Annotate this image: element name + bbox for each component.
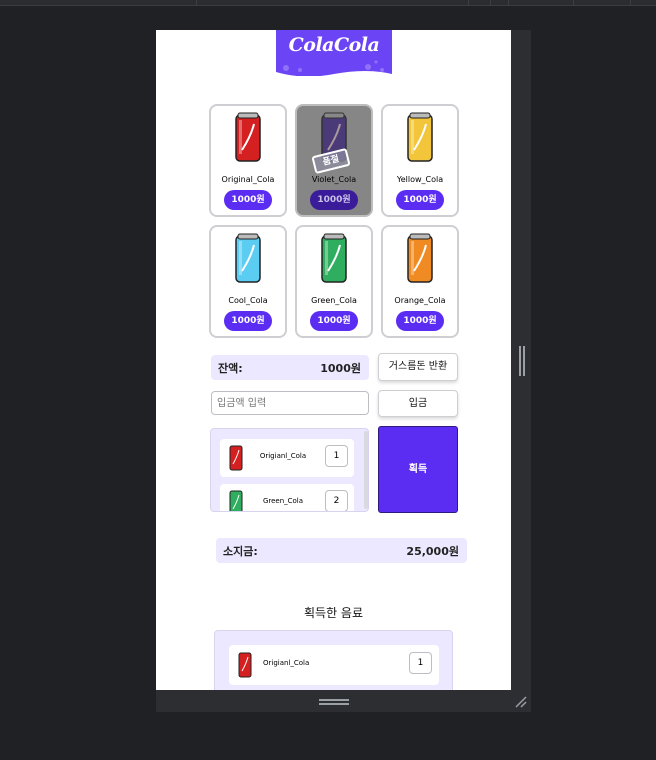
cola-can-icon (321, 233, 347, 283)
product-price-button[interactable]: 1000원 (396, 311, 444, 331)
product-name: Violet_Cola (311, 175, 357, 184)
logo: ColaCola (276, 30, 392, 77)
acquired-list: Origianl_Cola 1 (214, 630, 453, 690)
cart-item-quantity: 1 (325, 445, 348, 467)
balance-display: 잔액: 1000원 (211, 355, 369, 380)
acquired-item-name: Origianl_Cola (263, 659, 310, 667)
cart-list[interactable]: Origianl_Cola 1 Green_Cola 2 (210, 428, 369, 512)
cart-item-quantity: 2 (325, 490, 348, 511)
product-price-button[interactable]: 1000원 (310, 311, 358, 331)
product-name: Yellow_Cola (396, 175, 444, 184)
product-price-button[interactable]: 1000원 (224, 311, 272, 331)
product-card-original[interactable]: Original_Cola 1000원 (209, 104, 287, 217)
product-name: Cool_Cola (228, 296, 268, 305)
balance-label: 잔액: (218, 362, 243, 375)
wallet-display: 소지금: 25,000원 (216, 538, 467, 563)
product-card-yellow[interactable]: Yellow_Cola 1000원 (381, 104, 459, 217)
soldout-stamp-icon: 품절 (311, 147, 351, 175)
product-card-violet: 품절 Violet_Cola 1000원 (295, 104, 373, 217)
acquired-item: Origianl_Cola 1 (229, 645, 439, 685)
cola-can-icon (235, 112, 261, 162)
wallet-label: 소지금: (223, 545, 258, 558)
product-name: Original_Cola (221, 175, 275, 184)
acquired-title: 획득한 음료 (303, 606, 363, 620)
logo-text: ColaCola (288, 34, 380, 56)
product-name: Green_Cola (311, 296, 357, 305)
device-frame: ColaCola Original_Cola 1000원 품절 Violet_C… (156, 30, 531, 712)
cart-item-name: Green_Cola (262, 497, 304, 505)
product-card-orange[interactable]: Orange_Cola 1000원 (381, 225, 459, 338)
get-button[interactable]: 획득 (378, 426, 458, 513)
cola-can-icon (229, 490, 243, 511)
product-price-button[interactable]: 1000원 (224, 190, 272, 210)
product-name: Orange_Cola (394, 296, 446, 305)
cola-can-icon (238, 652, 252, 678)
cart-scrollbar[interactable] (364, 431, 368, 509)
bottom-resize-handle-icon[interactable] (319, 699, 349, 705)
cart-item[interactable]: Origianl_Cola 1 (220, 439, 354, 477)
wallet-value: 25,000원 (406, 545, 459, 558)
cola-can-icon (407, 233, 433, 283)
app-viewport: ColaCola Original_Cola 1000원 품절 Violet_C… (156, 30, 511, 690)
acquired-item-quantity: 1 (409, 652, 432, 674)
cart-item[interactable]: Green_Cola 2 (220, 484, 354, 511)
balance-value: 1000원 (320, 362, 361, 375)
product-price-button: 1000원 (310, 190, 358, 210)
cart-item-name: Origianl_Cola (259, 452, 307, 460)
side-resize-handle-icon[interactable] (519, 346, 525, 376)
product-card-green[interactable]: Green_Cola 1000원 (295, 225, 373, 338)
product-card-cool[interactable]: Cool_Cola 1000원 (209, 225, 287, 338)
resize-handle-icon[interactable] (514, 695, 528, 709)
cola-can-icon (235, 233, 261, 283)
product-price-button[interactable]: 1000원 (396, 190, 444, 210)
cola-can-icon (229, 445, 243, 471)
return-change-button[interactable]: 거스름돈 반환 (378, 353, 458, 381)
cola-can-icon (407, 112, 433, 162)
deposit-amount-input[interactable] (211, 391, 369, 415)
devtools-top-strip (0, 0, 656, 6)
device-bottom-bar (156, 690, 531, 712)
deposit-button[interactable]: 입금 (378, 390, 458, 417)
